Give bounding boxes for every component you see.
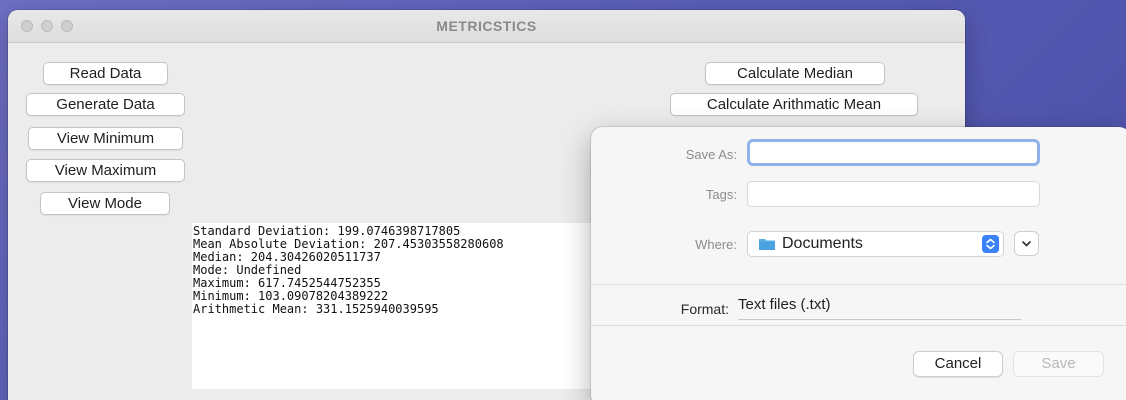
expand-dialog-button[interactable] [1014, 231, 1039, 256]
divider-bottom [591, 325, 1126, 326]
calculate-median-button[interactable]: Calculate Median [705, 62, 885, 85]
where-value: Documents [782, 235, 863, 252]
folder-icon [759, 239, 775, 250]
results-output[interactable]: Standard Deviation: 199.0746398717805 Me… [192, 223, 612, 389]
save-button[interactable]: Save [1013, 351, 1104, 377]
tags-label: Tags: [705, 187, 737, 202]
save-as-input[interactable] [747, 139, 1040, 166]
calculate-arithmetic-mean-button[interactable]: Calculate Arithmatic Mean [670, 93, 918, 116]
title-bar[interactable]: METRICSTICS [8, 10, 965, 43]
output-line-arithmetic-mean: Arithmetic Mean: 331.1525940039595 [193, 302, 439, 316]
where-select[interactable]: Documents [747, 231, 1004, 257]
format-select[interactable]: Text files (.txt) [738, 294, 1021, 320]
format-label: Format: [680, 301, 729, 317]
up-down-chevron-icon[interactable] [982, 235, 999, 253]
save-as-label: Save As: [685, 147, 737, 162]
read-data-button[interactable]: Read Data [43, 62, 168, 85]
view-maximum-button[interactable]: View Maximum [26, 159, 185, 182]
format-value: Text files (.txt) [738, 296, 831, 313]
divider-top [591, 284, 1126, 285]
where-label: Where: [695, 237, 737, 252]
view-mode-button[interactable]: View Mode [40, 192, 170, 215]
chevron-down-icon [1022, 241, 1031, 247]
view-minimum-button[interactable]: View Minimum [28, 127, 183, 150]
save-dialog: Save As: Tags: Where: Documents Format: … [591, 127, 1126, 400]
tags-input[interactable] [747, 181, 1040, 207]
window-title: METRICSTICS [436, 18, 537, 34]
cancel-button[interactable]: Cancel [913, 351, 1003, 377]
generate-data-button[interactable]: Generate Data [26, 93, 185, 116]
